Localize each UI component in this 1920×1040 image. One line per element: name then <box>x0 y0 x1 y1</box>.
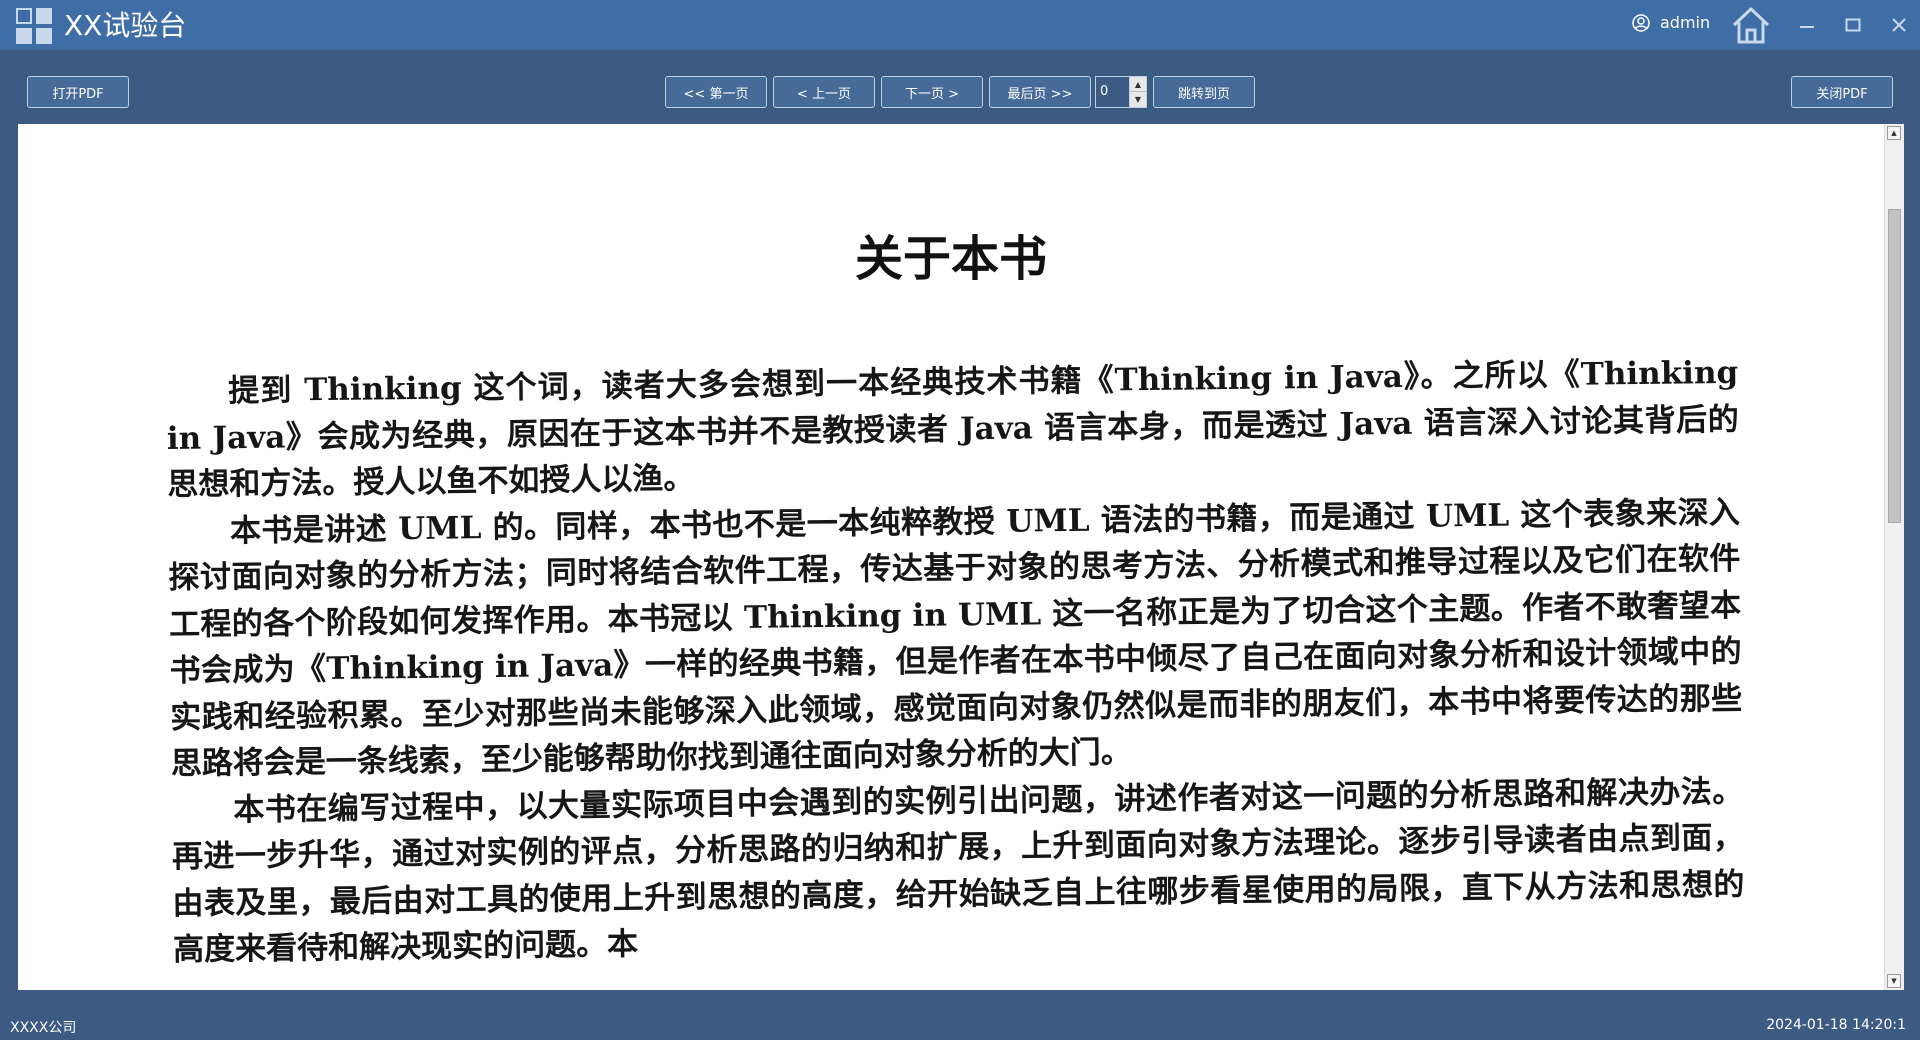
last-page-button[interactable]: 最后页 >> <box>989 76 1091 108</box>
minimize-icon <box>1800 26 1814 28</box>
user-menu[interactable]: admin <box>1632 13 1710 32</box>
prev-page-button[interactable]: < 上一页 <box>773 76 875 108</box>
scroll-up-icon[interactable]: ▲ <box>1887 126 1901 140</box>
datetime-label: 2024-01-18 14:20:1 <box>1766 1017 1906 1033</box>
first-page-button[interactable]: << 第一页 <box>665 76 767 108</box>
maximize-button[interactable] <box>1838 10 1868 40</box>
grid-logo-icon <box>16 8 52 44</box>
paragraph: 本书在编写过程中，以大量实际项目中会遇到的实例引出问题，讲述作者对这一问题的分析… <box>171 773 1745 968</box>
home-icon[interactable] <box>1730 4 1772 46</box>
next-page-button[interactable]: 下一页 > <box>881 76 983 108</box>
close-pdf-button[interactable]: 关闭PDF <box>1791 76 1893 108</box>
status-bar: XXXX公司 2024-01-18 14:20:1 <box>0 1012 1920 1040</box>
minimize-button[interactable] <box>1792 10 1822 40</box>
username-label: admin <box>1660 13 1711 32</box>
scrollbar-thumb[interactable] <box>1888 209 1901 523</box>
pdf-viewer[interactable]: 关于本书 提到 Thinking 这个词，读者大多会想到一本经典技术书籍《Thi… <box>18 124 1904 990</box>
toolbar: 打开PDF << 第一页 < 上一页 下一页 > 最后页 >> 0 ▲ ▼ 跳转… <box>0 50 1920 124</box>
stepper-down-icon[interactable]: ▼ <box>1130 92 1146 107</box>
jump-to-page-button[interactable]: 跳转到页 <box>1153 76 1255 108</box>
page-number-stepper[interactable]: 0 ▲ ▼ <box>1095 76 1147 108</box>
company-label: XXXX公司 <box>10 1020 77 1036</box>
scroll-down-icon[interactable]: ▼ <box>1887 974 1901 988</box>
page-number-input[interactable]: 0 <box>1096 77 1130 107</box>
title-bar: XX试验台 admin <box>0 0 1920 50</box>
document-title: 关于本书 <box>854 231 1047 287</box>
paragraph: 提到 Thinking 这个词，读者大多会想到一本经典技术书籍《Thinking… <box>166 354 1739 503</box>
app-title: XX试验台 <box>64 9 187 42</box>
maximize-icon <box>1845 18 1861 32</box>
close-icon <box>1892 18 1906 32</box>
close-button[interactable] <box>1884 10 1914 40</box>
pdf-page: 关于本书 提到 Thinking 这个词，读者大多会想到一本经典技术书籍《Thi… <box>18 124 1884 990</box>
open-pdf-button[interactable]: 打开PDF <box>27 76 129 108</box>
paragraph: 本书是讲述 UML 的。同样，本书也不是一本纯粹教授 UML 语法的书籍，而是通… <box>168 494 1743 782</box>
document-body: 提到 Thinking 这个词，读者大多会想到一本经典技术书籍《Thinking… <box>166 350 1745 974</box>
vertical-scrollbar[interactable]: ▲ ▼ <box>1884 124 1904 990</box>
user-icon <box>1632 13 1650 32</box>
stepper-up-icon[interactable]: ▲ <box>1130 77 1146 92</box>
